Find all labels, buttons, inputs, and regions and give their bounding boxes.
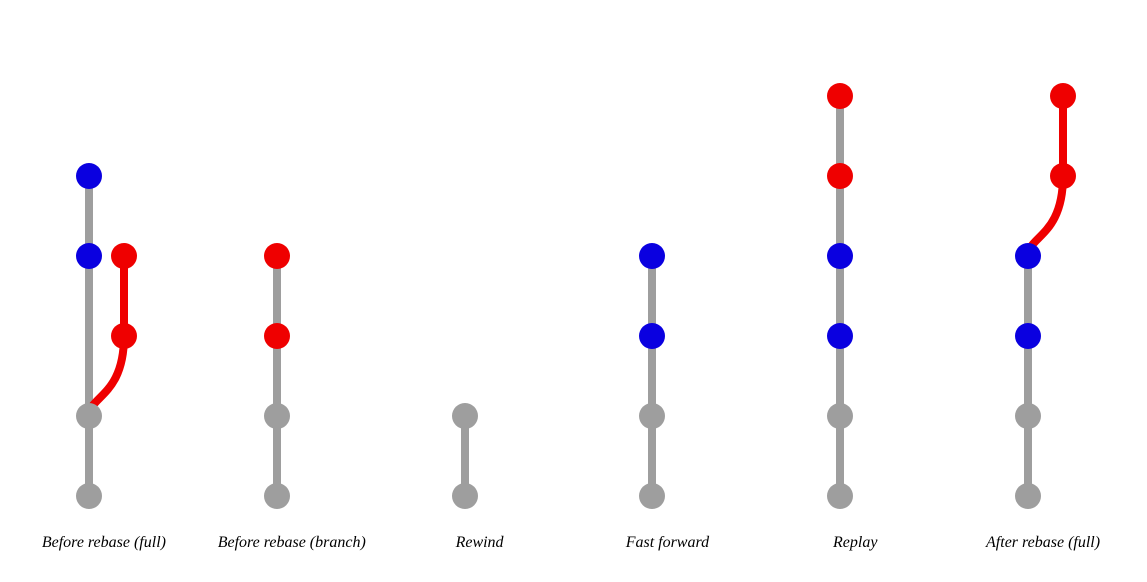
commit-node-gray xyxy=(76,483,102,509)
panel-replay: Replay xyxy=(761,26,949,552)
caption-replay: Replay xyxy=(833,534,877,552)
commit-node-red xyxy=(111,323,137,349)
edge xyxy=(89,336,124,416)
commit-node-gray xyxy=(827,403,853,429)
graph-replay xyxy=(795,26,915,516)
commit-node-red xyxy=(1050,163,1076,189)
edge xyxy=(1028,176,1063,256)
commit-node-red xyxy=(1050,83,1076,109)
caption-fast-forward: Fast forward xyxy=(626,534,709,552)
commit-node-blue xyxy=(827,243,853,269)
commit-node-gray xyxy=(264,403,290,429)
diagram-container: Before rebase (full) Before rebase (branc… xyxy=(0,0,1147,582)
panel-rewind: Rewind xyxy=(386,26,574,552)
commit-node-blue xyxy=(1015,243,1041,269)
caption-before-full: Before rebase (full) xyxy=(42,534,166,552)
commit-node-red xyxy=(827,163,853,189)
commit-node-blue xyxy=(639,323,665,349)
commit-node-red xyxy=(111,243,137,269)
commit-node-red xyxy=(264,323,290,349)
commit-node-gray xyxy=(452,403,478,429)
commit-node-gray xyxy=(827,483,853,509)
commit-node-red xyxy=(264,243,290,269)
graph-before-full xyxy=(44,26,164,516)
commit-node-blue xyxy=(639,243,665,269)
commit-node-red xyxy=(827,83,853,109)
graph-fast-forward xyxy=(607,26,727,516)
commit-node-gray xyxy=(264,483,290,509)
commit-node-blue xyxy=(827,323,853,349)
commit-node-gray xyxy=(639,403,665,429)
caption-after-full: After rebase (full) xyxy=(986,534,1100,552)
graph-before-branch xyxy=(232,26,352,516)
panel-after-full: After rebase (full) xyxy=(949,26,1137,552)
caption-rewind: Rewind xyxy=(456,534,504,552)
panel-before-branch: Before rebase (branch) xyxy=(198,26,386,552)
commit-node-blue xyxy=(1015,323,1041,349)
commit-node-gray xyxy=(1015,403,1041,429)
commit-node-gray xyxy=(639,483,665,509)
commit-node-gray xyxy=(76,403,102,429)
commit-node-blue xyxy=(76,243,102,269)
commit-node-blue xyxy=(76,163,102,189)
panel-fast-forward: Fast forward xyxy=(573,26,761,552)
graph-rewind xyxy=(420,26,540,516)
graph-after-full xyxy=(983,26,1103,516)
commit-node-gray xyxy=(1015,483,1041,509)
panel-before-full: Before rebase (full) xyxy=(10,26,198,552)
caption-before-branch: Before rebase (branch) xyxy=(218,534,366,552)
commit-node-gray xyxy=(452,483,478,509)
